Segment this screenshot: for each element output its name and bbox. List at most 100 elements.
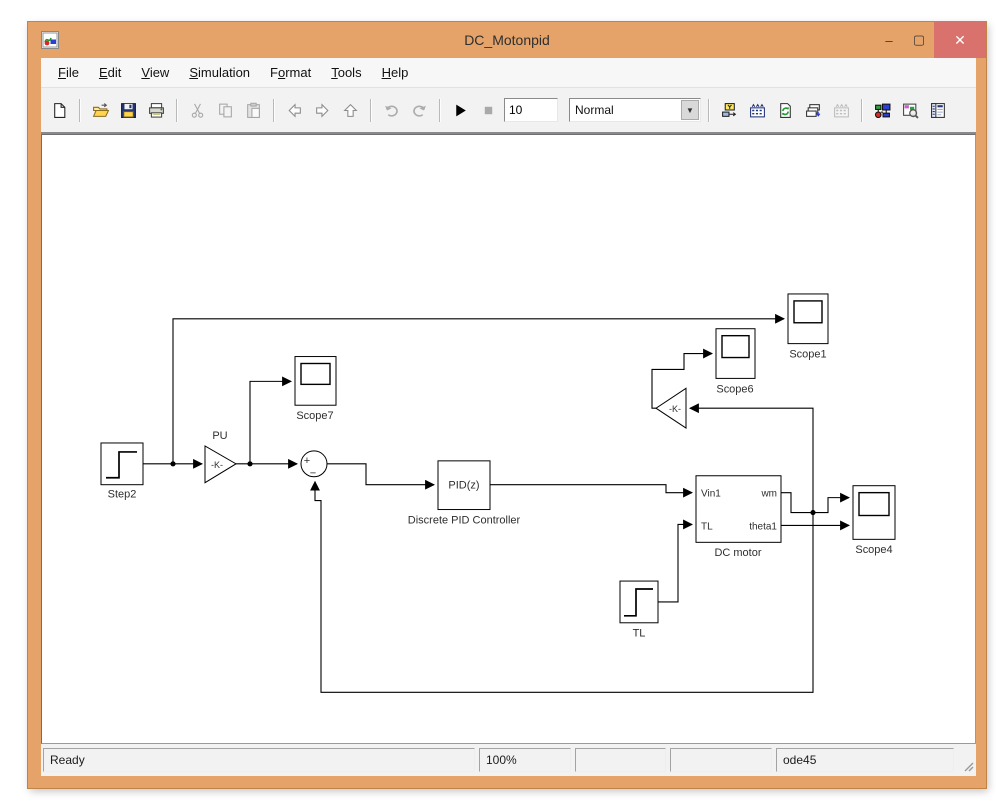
- block-dc-motor[interactable]: Vin1 wm TL theta1 DC motor: [696, 476, 781, 559]
- menu-simulation[interactable]: Simulation: [180, 61, 259, 84]
- close-button[interactable]: ✕: [934, 22, 986, 58]
- simulation-mode-value: Normal: [570, 103, 681, 117]
- block-gain-feedback[interactable]: -K-: [656, 388, 686, 428]
- open-button[interactable]: [88, 98, 113, 123]
- simulation-stack-button[interactable]: [801, 98, 826, 123]
- menu-tools[interactable]: Tools: [322, 61, 370, 84]
- model-canvas[interactable]: Step2 -K- PU Scope7 +: [41, 134, 976, 744]
- port-label-wm: wm: [760, 489, 777, 500]
- print-button[interactable]: [144, 98, 169, 123]
- toolbar-separator: [176, 99, 178, 122]
- block-discrete-pid[interactable]: PID(z) Discrete PID Controller: [408, 461, 521, 527]
- library-browser-icon: [874, 102, 891, 119]
- block-label: Scope6: [716, 383, 753, 395]
- menu-format[interactable]: Format: [261, 61, 320, 84]
- minimize-button[interactable]: –: [874, 22, 904, 58]
- refresh-model-icon: [777, 102, 794, 119]
- window-title: DC_Motonpid: [28, 32, 986, 48]
- undo-button[interactable]: [379, 98, 404, 123]
- redo-button[interactable]: [407, 98, 432, 123]
- print-icon: [148, 102, 165, 119]
- model-browser-button[interactable]: [898, 98, 923, 123]
- titlebar[interactable]: DC_Motonpid – ▢ ✕: [28, 22, 986, 58]
- block-scope7[interactable]: Scope7: [295, 357, 336, 423]
- toggle-browser-button[interactable]: [926, 98, 951, 123]
- block-label: TL: [633, 628, 646, 640]
- resize-grip[interactable]: [958, 748, 974, 772]
- save-icon: [120, 102, 137, 119]
- port-label-theta1: theta1: [749, 521, 777, 532]
- block-step2[interactable]: Step2: [101, 443, 143, 501]
- update-diagram-icon: [749, 102, 766, 119]
- block-label: Scope1: [789, 349, 826, 361]
- block-diagram: Step2 -K- PU Scope7 +: [42, 135, 975, 743]
- toolbar-separator: [861, 99, 863, 122]
- go-forward-button[interactable]: [310, 98, 335, 123]
- toolbar-separator: [708, 99, 710, 122]
- library-browser-button[interactable]: [870, 98, 895, 123]
- go-up-icon: [342, 102, 359, 119]
- simulation-stop-time-input[interactable]: [504, 98, 558, 122]
- update-disabled-button[interactable]: [829, 98, 854, 123]
- copy-icon: [217, 102, 234, 119]
- update-diagram-button[interactable]: [745, 98, 770, 123]
- block-label: Discrete PID Controller: [408, 514, 521, 526]
- new-model-button[interactable]: [47, 98, 72, 123]
- junction-dot: [247, 461, 252, 466]
- simulation-mode-dropdown[interactable]: Normal ▼: [569, 98, 701, 122]
- start-simulation-icon: [452, 102, 469, 119]
- block-sum[interactable]: + −: [301, 451, 327, 480]
- statusbar: Ready 100% ode45: [41, 744, 976, 776]
- block-label: PU: [212, 430, 227, 442]
- pid-text: PID(z): [448, 480, 479, 492]
- gain-value: -K-: [669, 404, 681, 414]
- wire-pu-to-scope7[interactable]: [250, 381, 291, 463]
- open-icon: [92, 102, 109, 119]
- wire-step2-to-scope1[interactable]: [173, 319, 784, 464]
- stop-simulation-button[interactable]: [476, 98, 501, 123]
- build-subsystem-icon: [721, 102, 738, 119]
- wire-sum-to-pid[interactable]: [327, 464, 434, 485]
- wire-tl-to-dcmotor[interactable]: [658, 524, 692, 601]
- redo-icon: [411, 102, 428, 119]
- go-back-button[interactable]: [282, 98, 307, 123]
- block-scope6[interactable]: Scope6: [716, 329, 755, 396]
- status-zoom-level: 100%: [479, 748, 571, 772]
- sum-minus-sign: −: [310, 468, 316, 480]
- paste-button[interactable]: [241, 98, 266, 123]
- menubar: File Edit View Simulation Format Tools H…: [41, 58, 976, 88]
- go-back-icon: [286, 102, 303, 119]
- menu-help[interactable]: Help: [373, 61, 418, 84]
- toolbar: Normal ▼: [41, 88, 976, 134]
- build-subsystem-button[interactable]: [717, 98, 742, 123]
- menu-file[interactable]: File: [49, 61, 88, 84]
- go-up-button[interactable]: [338, 98, 363, 123]
- block-gain-pu[interactable]: -K- PU: [205, 430, 236, 483]
- chevron-down-icon[interactable]: ▼: [681, 100, 699, 120]
- block-tl-step[interactable]: TL: [620, 581, 658, 640]
- junction-dot: [170, 461, 175, 466]
- status-empty-panel: [670, 748, 772, 772]
- simulink-model-window: DC_Motonpid – ▢ ✕ File Edit View Simulat…: [28, 22, 986, 788]
- block-scope1[interactable]: Scope1: [788, 294, 828, 361]
- refresh-model-button[interactable]: [773, 98, 798, 123]
- maximize-button[interactable]: ▢: [904, 22, 934, 58]
- go-forward-icon: [314, 102, 331, 119]
- copy-button[interactable]: [213, 98, 238, 123]
- cut-button[interactable]: [185, 98, 210, 123]
- toolbar-separator: [370, 99, 372, 122]
- start-simulation-button[interactable]: [448, 98, 473, 123]
- paste-icon: [245, 102, 262, 119]
- gain-value: -K-: [211, 460, 223, 470]
- wire-pid-to-vin1[interactable]: [490, 485, 692, 493]
- save-button[interactable]: [116, 98, 141, 123]
- menu-view[interactable]: View: [132, 61, 178, 84]
- block-label: DC motor: [714, 547, 761, 559]
- block-scope4[interactable]: Scope4: [853, 486, 895, 557]
- status-message: Ready: [43, 748, 475, 772]
- block-label: Scope7: [296, 410, 333, 422]
- port-label-tl: TL: [701, 521, 713, 532]
- wire-wm-to-scope4[interactable]: [781, 493, 849, 513]
- simulation-stack-icon: [805, 102, 822, 119]
- menu-edit[interactable]: Edit: [90, 61, 130, 84]
